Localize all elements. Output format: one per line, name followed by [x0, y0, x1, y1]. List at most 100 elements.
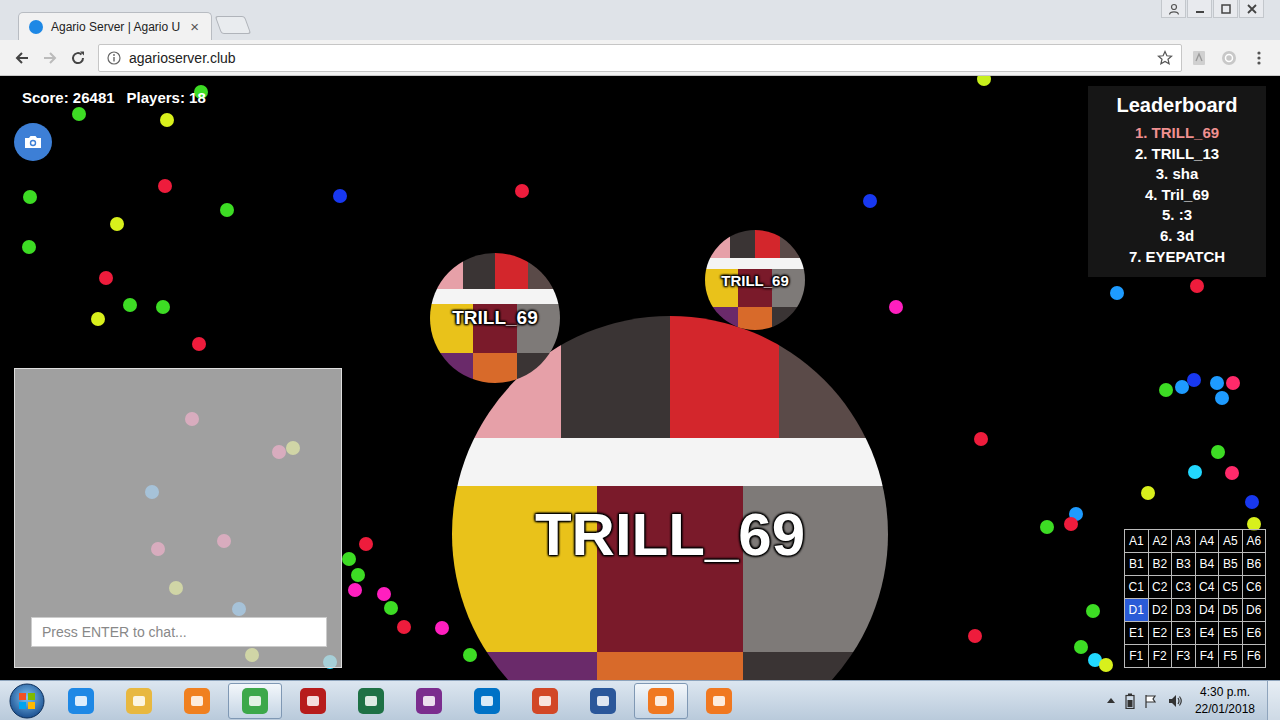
food-pellet	[359, 537, 373, 551]
taskbar-app[interactable]	[170, 683, 224, 719]
minimap-cell: E1	[1125, 622, 1149, 645]
taskbar-app[interactable]	[54, 683, 108, 719]
minimap-cell: C1	[1125, 576, 1149, 599]
app-icon	[474, 688, 500, 714]
minimap-cell: C4	[1196, 576, 1220, 599]
food-pellet	[1215, 391, 1229, 405]
address-bar[interactable]: agarioserver.club	[98, 44, 1182, 72]
food-pellet	[123, 298, 137, 312]
player-name: TRILL_69	[535, 500, 805, 569]
restore-icon	[1220, 3, 1232, 15]
food-pellet	[863, 194, 877, 208]
app-icon	[184, 688, 210, 714]
info-icon[interactable]	[107, 51, 121, 65]
camera-icon	[24, 134, 42, 150]
minimap-cell: D4	[1196, 599, 1220, 622]
star-icon[interactable]	[1157, 50, 1173, 66]
food-pellet	[1086, 604, 1100, 618]
extension-button[interactable]	[1216, 46, 1242, 70]
food-pellet	[968, 629, 982, 643]
taskbar-app[interactable]	[112, 683, 166, 719]
minimap-cell: D3	[1172, 599, 1196, 622]
taskbar-app[interactable]	[344, 683, 398, 719]
clock-date: 22/01/2018	[1195, 701, 1255, 717]
food-pellet	[1187, 373, 1201, 387]
food-pellet	[1141, 486, 1155, 500]
minimap-cell: E2	[1149, 622, 1173, 645]
screenshot-button[interactable]	[14, 123, 52, 161]
players-text: Players: 18	[127, 89, 206, 106]
app-icon	[126, 688, 152, 714]
start-button[interactable]	[0, 681, 54, 720]
clock[interactable]: 4:30 p.m.22/01/2018	[1191, 684, 1259, 716]
minimap-cell: B1	[1125, 553, 1149, 576]
forward-button[interactable]	[38, 46, 62, 70]
close-window-button[interactable]	[1239, 0, 1264, 18]
food-pellet	[1040, 520, 1054, 534]
chat-input[interactable]	[31, 617, 327, 647]
score-text: Score: 26481	[22, 89, 115, 106]
show-hidden-icons-icon[interactable]	[1105, 695, 1117, 707]
url-text: agarioserver.club	[129, 50, 236, 66]
food-pellet	[1190, 279, 1204, 293]
taskbar-app[interactable]	[692, 683, 746, 719]
app-icon	[532, 688, 558, 714]
food-pellet	[1211, 445, 1225, 459]
taskbar-app[interactable]	[634, 683, 688, 719]
clock-time: 4:30 p.m.	[1200, 684, 1250, 700]
food-pellet	[977, 76, 991, 86]
menu-button[interactable]	[1246, 46, 1272, 70]
forward-arrow-icon	[42, 50, 58, 66]
minimap-cell: B4	[1196, 553, 1220, 576]
player-name: TRILL_69	[452, 307, 538, 329]
taskbar-app[interactable]	[402, 683, 456, 719]
minimap-cell: F2	[1149, 645, 1173, 668]
taskbar-app[interactable]	[576, 683, 630, 719]
minimap-cell: B2	[1149, 553, 1173, 576]
taskbar-app[interactable]	[518, 683, 572, 719]
browser-tab[interactable]: Agario Server | Agario U ×	[18, 12, 212, 40]
app-icon	[416, 688, 442, 714]
maximize-button[interactable]	[1213, 0, 1238, 18]
new-tab-button[interactable]	[215, 16, 252, 34]
minimap-cell: C5	[1219, 576, 1243, 599]
food-pellet	[192, 337, 206, 351]
chat-panel	[14, 368, 342, 668]
food-pellet	[91, 312, 105, 326]
leaderboard-entry: 2. TRILL_13	[1094, 144, 1260, 165]
speaker-icon[interactable]	[1167, 693, 1183, 709]
taskbar-app[interactable]	[228, 683, 282, 719]
back-button[interactable]	[10, 46, 34, 70]
food-pellet	[397, 620, 411, 634]
taskbar-app[interactable]	[286, 683, 340, 719]
minimize-icon	[1194, 3, 1206, 15]
food-pellet	[23, 190, 37, 204]
leaderboard-entry: 6. 3d	[1094, 226, 1260, 247]
toolbar: agarioserver.club	[0, 40, 1280, 76]
tab-close-button[interactable]: ×	[188, 19, 201, 34]
battery-icon[interactable]	[1125, 693, 1135, 709]
score-bar: Score: 26481 Players: 18	[22, 89, 206, 106]
kebab-menu-icon	[1251, 50, 1267, 66]
reload-button[interactable]	[66, 46, 90, 70]
action-center-flag-icon[interactable]	[1143, 693, 1159, 709]
minimap-cell: A1	[1125, 530, 1149, 553]
app-icon	[358, 688, 384, 714]
leaderboard-entry: 3. sha	[1094, 164, 1260, 185]
game-canvas[interactable]: TRILL_69TRILL_69TRILL_69Score: 26481Play…	[0, 76, 1280, 680]
minimap-cell: A6	[1243, 530, 1267, 553]
show-desktop-button[interactable]	[1267, 681, 1280, 720]
minimap-cell: E4	[1196, 622, 1220, 645]
minimap-cell: F6	[1243, 645, 1267, 668]
minimap-cell: A5	[1219, 530, 1243, 553]
extension-button[interactable]	[1186, 46, 1212, 70]
minimap-cell: F4	[1196, 645, 1220, 668]
tab-title: Agario Server | Agario U	[51, 20, 180, 34]
minimap-cell: E6	[1243, 622, 1267, 645]
minimize-button[interactable]	[1187, 0, 1212, 18]
food-pellet	[99, 271, 113, 285]
profile-button[interactable]	[1161, 0, 1186, 18]
minimap-cell: A4	[1196, 530, 1220, 553]
taskbar-app[interactable]	[460, 683, 514, 719]
app-icon	[300, 688, 326, 714]
